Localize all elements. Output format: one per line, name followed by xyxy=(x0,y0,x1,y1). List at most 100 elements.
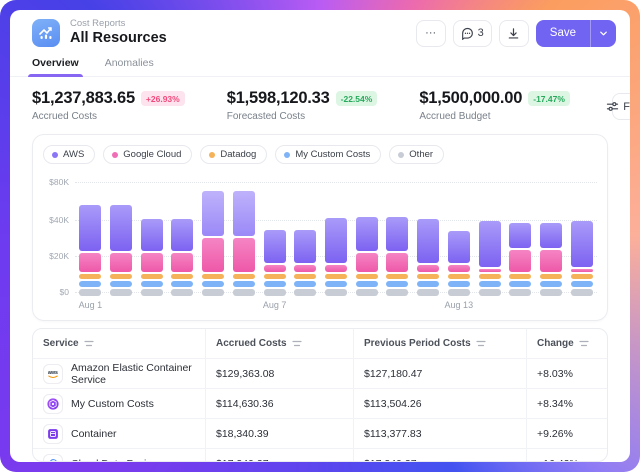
bar-segment-other xyxy=(294,289,316,297)
y-tick-label: $0 xyxy=(60,287,69,297)
bar-segment-other xyxy=(171,289,193,297)
kpi-label: Accrued Budget xyxy=(419,111,570,122)
bar-segment-my-custom-costs xyxy=(141,281,163,286)
bar-segment-google-cloud xyxy=(386,253,408,273)
bar-segment-other xyxy=(110,289,132,297)
bar-segment-aws xyxy=(233,191,255,237)
legend-pill-aws[interactable]: AWS xyxy=(43,145,95,164)
legend-pill-my-custom-costs[interactable]: My Custom Costs xyxy=(275,145,381,164)
bar-segment-aws xyxy=(202,191,224,237)
legend-pill-other[interactable]: Other xyxy=(389,145,444,164)
bar-segment-other xyxy=(417,289,439,297)
bar-segment-other xyxy=(202,289,224,297)
table-row[interactable]: awsAmazon Elastic Container Service$129,… xyxy=(33,358,607,388)
column-header-service[interactable]: Service xyxy=(33,329,205,358)
column-header-previous-period-costs[interactable]: Previous Period Costs xyxy=(353,329,526,358)
bar-segment-aws xyxy=(571,221,593,267)
kpi-label: Accrued Costs xyxy=(32,111,185,122)
kpi-value: $1,598,120.33 xyxy=(227,89,330,108)
column-label: Change xyxy=(537,338,574,349)
service-cell: Cloud Data Fusion xyxy=(33,449,205,462)
legend-label: Other xyxy=(409,149,433,160)
more-options-button[interactable]: ··· xyxy=(416,20,446,47)
bar-segment-datadog xyxy=(448,274,470,279)
bar-segment-google-cloud xyxy=(233,238,255,272)
save-dropdown-button[interactable] xyxy=(590,20,616,47)
table-header-row: Service Accrued Costs Previous Period Cost… xyxy=(33,329,607,358)
container-service-icon xyxy=(43,424,63,444)
bar-segment-other xyxy=(325,289,347,297)
column-label: Previous Period Costs xyxy=(364,338,471,349)
bar-segment-other xyxy=(356,289,378,297)
bar-segment-datadog xyxy=(264,274,286,279)
change-cell: +8.03% xyxy=(526,359,607,388)
bar-segment-other xyxy=(264,289,286,297)
legend-label: My Custom Costs xyxy=(295,149,370,160)
tab-overview[interactable]: Overview xyxy=(32,57,79,76)
bar-segment-other xyxy=(233,289,255,297)
sort-icon xyxy=(476,339,486,348)
bar-segment-my-custom-costs xyxy=(540,281,562,286)
bar-segment-other xyxy=(479,289,501,297)
chart-legend: AWS Google Cloud Datadog My Custom Costs Oth… xyxy=(43,145,597,164)
bar-segment-my-custom-costs xyxy=(479,281,501,286)
kpi-change-badge: +26.93% xyxy=(141,91,185,106)
bar-segment-datadog xyxy=(294,274,316,279)
bar-line-chart-icon xyxy=(32,19,60,47)
bar-segment-my-custom-costs xyxy=(386,281,408,286)
bar-segment-aws xyxy=(479,221,501,267)
sort-icon xyxy=(579,339,589,348)
bar-segment-my-custom-costs xyxy=(79,281,101,286)
filter-label: Filter xyxy=(623,101,630,113)
comments-button[interactable]: 3 xyxy=(453,20,492,47)
bar-segment-google-cloud xyxy=(325,265,347,272)
tab-anomalies[interactable]: Anomalies xyxy=(105,57,154,76)
bar-segment-my-custom-costs xyxy=(110,281,132,286)
change-cell: +9.26% xyxy=(526,419,607,448)
accrued-costs-cell: $17,349.37 xyxy=(205,449,353,462)
bar-segment-my-custom-costs xyxy=(448,281,470,286)
bar-segment-my-custom-costs xyxy=(571,281,593,286)
download-icon xyxy=(507,27,520,40)
bar-segment-datadog xyxy=(110,274,132,279)
bar-segment-aws xyxy=(448,231,470,263)
column-label: Accrued Costs xyxy=(216,338,287,349)
sliders-icon xyxy=(606,100,619,113)
bar-segment-other xyxy=(386,289,408,297)
save-split-button: Save xyxy=(536,20,616,47)
y-tick-label: $20K xyxy=(49,251,69,261)
table-row[interactable]: Container$18,340.39$113,377.83+9.26% xyxy=(33,418,607,448)
bar-segment-aws xyxy=(356,217,378,250)
table-row[interactable]: Cloud Data Fusion$17,349.37$17,349.37+16… xyxy=(33,448,607,462)
legend-pill-google-cloud[interactable]: Google Cloud xyxy=(103,145,192,164)
bar-segment-my-custom-costs xyxy=(233,281,255,286)
legend-pill-datadog[interactable]: Datadog xyxy=(200,145,267,164)
table-row[interactable]: My Custom Costs$114,630.36$113,504.26+8.… xyxy=(33,388,607,418)
y-tick-label: $80K xyxy=(49,177,69,187)
y-axis-labels: $80K$40K$20K$0 xyxy=(43,172,75,296)
download-button[interactable] xyxy=(499,20,529,47)
bar-segment-other xyxy=(540,289,562,297)
service-cell: My Custom Costs xyxy=(33,389,205,418)
filter-button[interactable]: Filter xyxy=(612,93,630,120)
bar-segment-aws xyxy=(79,205,101,251)
bar-segment-google-cloud xyxy=(141,253,163,273)
bar-segment-google-cloud xyxy=(202,238,224,272)
bar-segment-aws xyxy=(141,219,163,250)
column-header-change[interactable]: Change xyxy=(526,329,607,358)
bar-segment-datadog xyxy=(479,274,501,279)
accrued-costs-cell: $129,363.08 xyxy=(205,359,353,388)
bar-segment-datadog xyxy=(233,274,255,279)
save-button[interactable]: Save xyxy=(536,20,590,47)
column-label: Service xyxy=(43,338,79,349)
bar-segment-datadog xyxy=(79,274,101,279)
bar-segment-google-cloud xyxy=(540,250,562,272)
bar-segment-my-custom-costs xyxy=(294,281,316,286)
custom-service-icon xyxy=(43,394,63,414)
service-name: Container xyxy=(71,428,117,440)
column-header-accrued-costs[interactable]: Accrued Costs xyxy=(205,329,353,358)
header: Cost Reports All Resources ··· 3 xyxy=(10,10,630,51)
svg-text:aws: aws xyxy=(48,370,58,376)
kpi: $1,500,000.00-17.47%Accrued Budget xyxy=(419,89,570,122)
previous-period-cell: $17,349.37 xyxy=(353,449,526,462)
